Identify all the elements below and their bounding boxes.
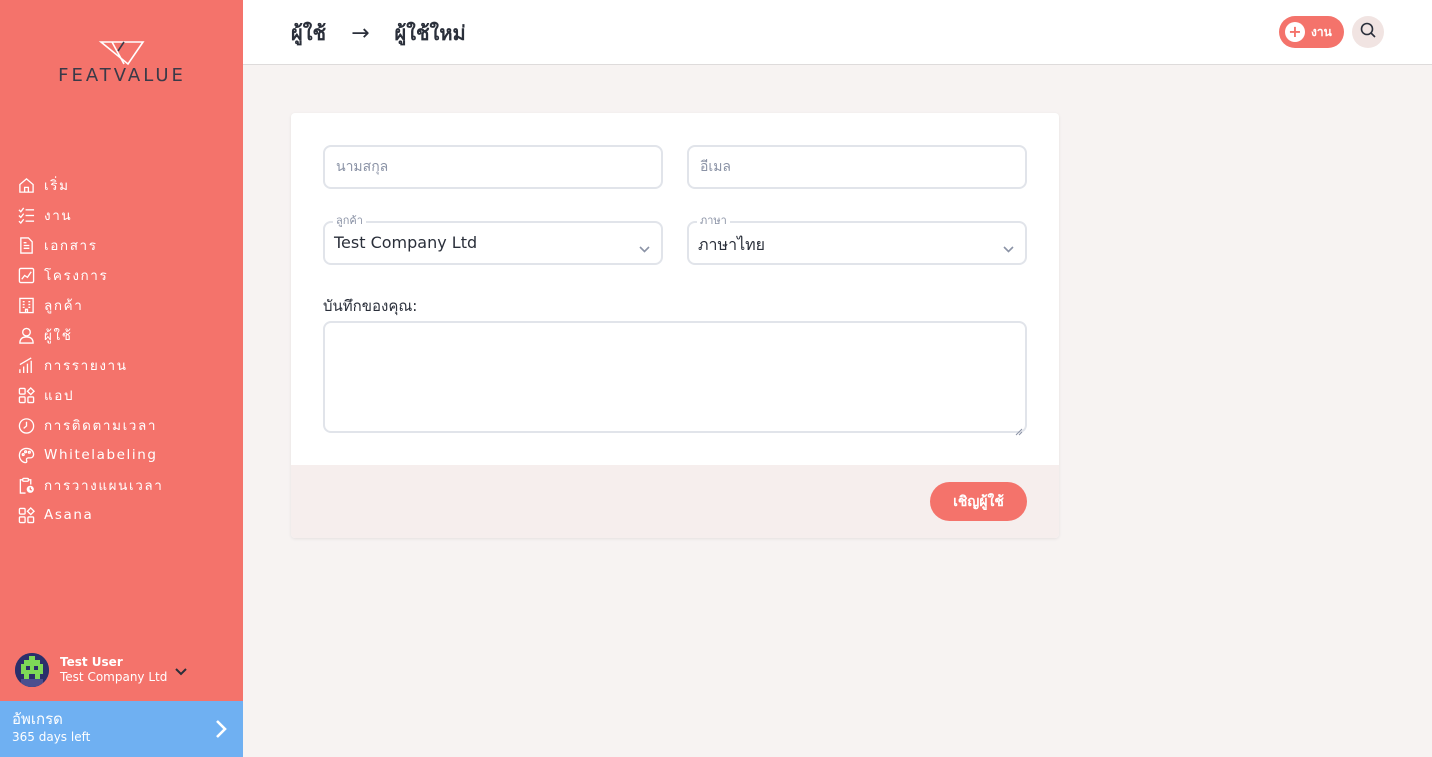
- language-select-value: ภาษาไทย: [698, 235, 766, 254]
- page-title: ผู้ใช้ใหม่: [394, 21, 466, 45]
- building-icon: [17, 296, 35, 314]
- top-header: ผู้ใช้ → ผู้ใช้ใหม่ + งาน: [243, 0, 1432, 65]
- sidebar-item-home[interactable]: เริ่ม: [0, 170, 243, 200]
- home-icon: [17, 176, 35, 194]
- add-task-label: งาน: [1311, 24, 1332, 39]
- sidebar-item-tasks[interactable]: งาน: [0, 200, 243, 230]
- bar-chart-icon: [17, 356, 35, 374]
- chevron-right-icon: [215, 719, 227, 743]
- user-info: Test User Test Company Ltd: [60, 655, 167, 685]
- search-icon: [1360, 22, 1376, 42]
- notes-textarea[interactable]: [323, 321, 1027, 433]
- palette-icon: [17, 446, 35, 464]
- apps-icon: [17, 506, 35, 524]
- user-company: Test Company Ltd: [60, 670, 168, 684]
- sidebar-item-users[interactable]: ผู้ใช้: [0, 320, 243, 350]
- sidebar-item-time-planning[interactable]: การวางแผนเวลา: [0, 470, 243, 500]
- timer-icon: [17, 416, 35, 434]
- sidebar-item-asana[interactable]: Asana: [0, 500, 243, 530]
- featvalue-logo[interactable]: FEATVALUE: [36, 40, 208, 90]
- notes-label: บันทึกของคุณ:: [323, 297, 418, 315]
- upgrade-title: อัพเกรด: [12, 710, 63, 728]
- search-button[interactable]: [1352, 16, 1384, 48]
- sidebar-item-label: เอกสาร: [44, 238, 98, 254]
- plus-icon: +: [1285, 22, 1305, 42]
- checklist-icon: [17, 206, 35, 224]
- sidebar-item-label: ผู้ใช้: [44, 328, 73, 344]
- apps-icon: [17, 386, 35, 404]
- avatar: [15, 653, 49, 687]
- user-name: Test User: [60, 655, 123, 669]
- customer-select[interactable]: ลูกค้า Test Company Ltd: [323, 214, 663, 265]
- sidebar-item-projects[interactable]: โครงการ: [0, 260, 243, 290]
- sidebar-nav: เริ่ม งาน เอกสาร โครงการ ลูกค้า ผู้ใช้ ก…: [0, 170, 243, 530]
- upgrade-banner[interactable]: อัพเกรด 365 days left: [0, 701, 243, 757]
- sidebar-item-label: เริ่ม: [44, 178, 70, 194]
- email-field-wrapper: [687, 145, 1027, 189]
- chart-icon: [17, 266, 35, 284]
- document-icon: [17, 236, 35, 254]
- chevron-down-icon: [1003, 238, 1014, 257]
- sidebar-item-time-tracking[interactable]: การติดตามเวลา: [0, 410, 243, 440]
- language-select-label: ภาษา: [697, 214, 730, 228]
- invite-user-button[interactable]: เชิญผู้ใช้: [930, 482, 1027, 521]
- breadcrumb: ผู้ใช้ → ผู้ใช้ใหม่: [291, 17, 466, 49]
- sidebar-item-label: แอป: [44, 388, 75, 404]
- chevron-down-icon: [639, 238, 650, 257]
- sidebar-item-label: การรายงาน: [44, 358, 128, 374]
- email-input[interactable]: [689, 147, 1025, 187]
- sidebar-item-customers[interactable]: ลูกค้า: [0, 290, 243, 320]
- sidebar-item-apps[interactable]: แอป: [0, 380, 243, 410]
- breadcrumb-separator: →: [351, 20, 370, 46]
- sidebar-item-label: โครงการ: [44, 268, 109, 284]
- form-footer: เชิญผู้ใช้: [291, 465, 1059, 538]
- resize-grip-icon[interactable]: [1015, 421, 1023, 440]
- sidebar-item-label: การวางแผนเวลา: [44, 478, 164, 494]
- sidebar-item-documents[interactable]: เอกสาร: [0, 230, 243, 260]
- sidebar-item-label: Asana: [44, 507, 94, 523]
- new-user-form-card: ลูกค้า Test Company Ltd ภาษา ภาษาไทย บัน…: [291, 113, 1059, 538]
- sidebar-item-label: การติดตามเวลา: [44, 418, 158, 434]
- language-select[interactable]: ภาษา ภาษาไทย: [687, 214, 1027, 265]
- customer-select-value: Test Company Ltd: [334, 233, 478, 252]
- user-menu[interactable]: Test User Test Company Ltd: [15, 652, 230, 688]
- sidebar-item-label: ลูกค้า: [44, 298, 84, 314]
- breadcrumb-parent[interactable]: ผู้ใช้: [291, 17, 326, 49]
- chevron-down-icon[interactable]: [175, 661, 188, 680]
- lastname-field-wrapper: [323, 145, 663, 189]
- upgrade-days-left: 365 days left: [12, 730, 91, 744]
- sidebar-item-whitelabeling[interactable]: Whitelabeling: [0, 440, 243, 470]
- lastname-input[interactable]: [325, 147, 661, 187]
- customer-select-label: ลูกค้า: [333, 214, 366, 228]
- add-task-button[interactable]: + งาน: [1279, 16, 1344, 48]
- sidebar: FEATVALUE เริ่ม งาน เอกสาร โครงการ ลูกค้…: [0, 0, 243, 757]
- sidebar-item-label: งาน: [44, 208, 73, 224]
- logo-text: FEATVALUE: [58, 65, 186, 86]
- sidebar-item-label: Whitelabeling: [44, 447, 158, 463]
- clipboard-clock-icon: [17, 476, 35, 494]
- logo-mark-icon: [98, 41, 145, 66]
- sidebar-item-reports[interactable]: การรายงาน: [0, 350, 243, 380]
- user-icon: [17, 326, 35, 344]
